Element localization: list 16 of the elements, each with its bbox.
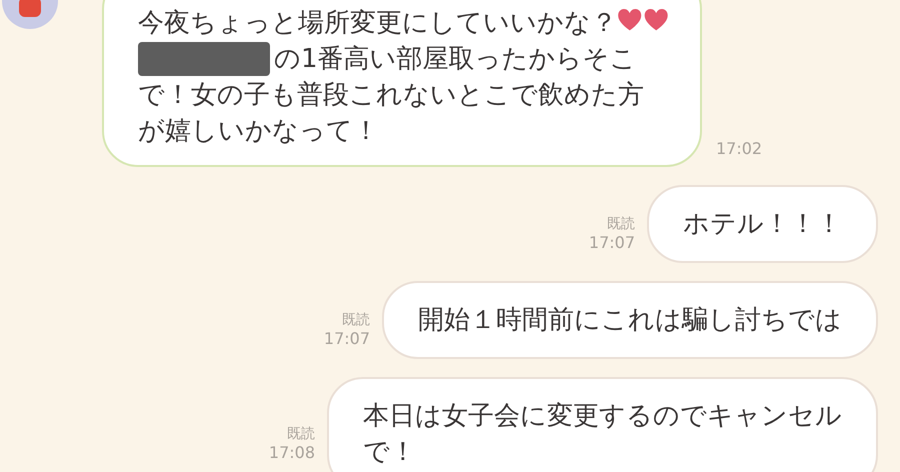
message-text: が嬉しいかなって！ — [138, 115, 379, 148]
message-text: 本日は女子会に変更するのでキャンセル — [363, 400, 842, 433]
figure-icon — [17, 0, 43, 19]
read-receipt: 既読 — [342, 311, 370, 329]
message-text: で！ — [363, 436, 416, 469]
timestamp: 17:08 — [268, 443, 315, 463]
timestamp: 17:07 — [588, 233, 635, 253]
timestamp: 17:02 — [716, 139, 762, 159]
read-receipt: 既読 — [607, 215, 635, 233]
message-text: 開始１時間前にこれは騙し討ちでは — [418, 304, 842, 337]
message-text: の1番高い部屋取ったからそこ — [274, 43, 637, 76]
message-text: で！女の子も普段これないとこで飲めた方 — [138, 79, 644, 112]
read-receipt: 既読 — [287, 425, 315, 443]
timestamp: 17:07 — [324, 329, 370, 349]
message-text: 今夜ちょっと場所変更にしていいかな？ — [138, 7, 617, 40]
message-text: ホテル！！！ — [683, 208, 842, 241]
